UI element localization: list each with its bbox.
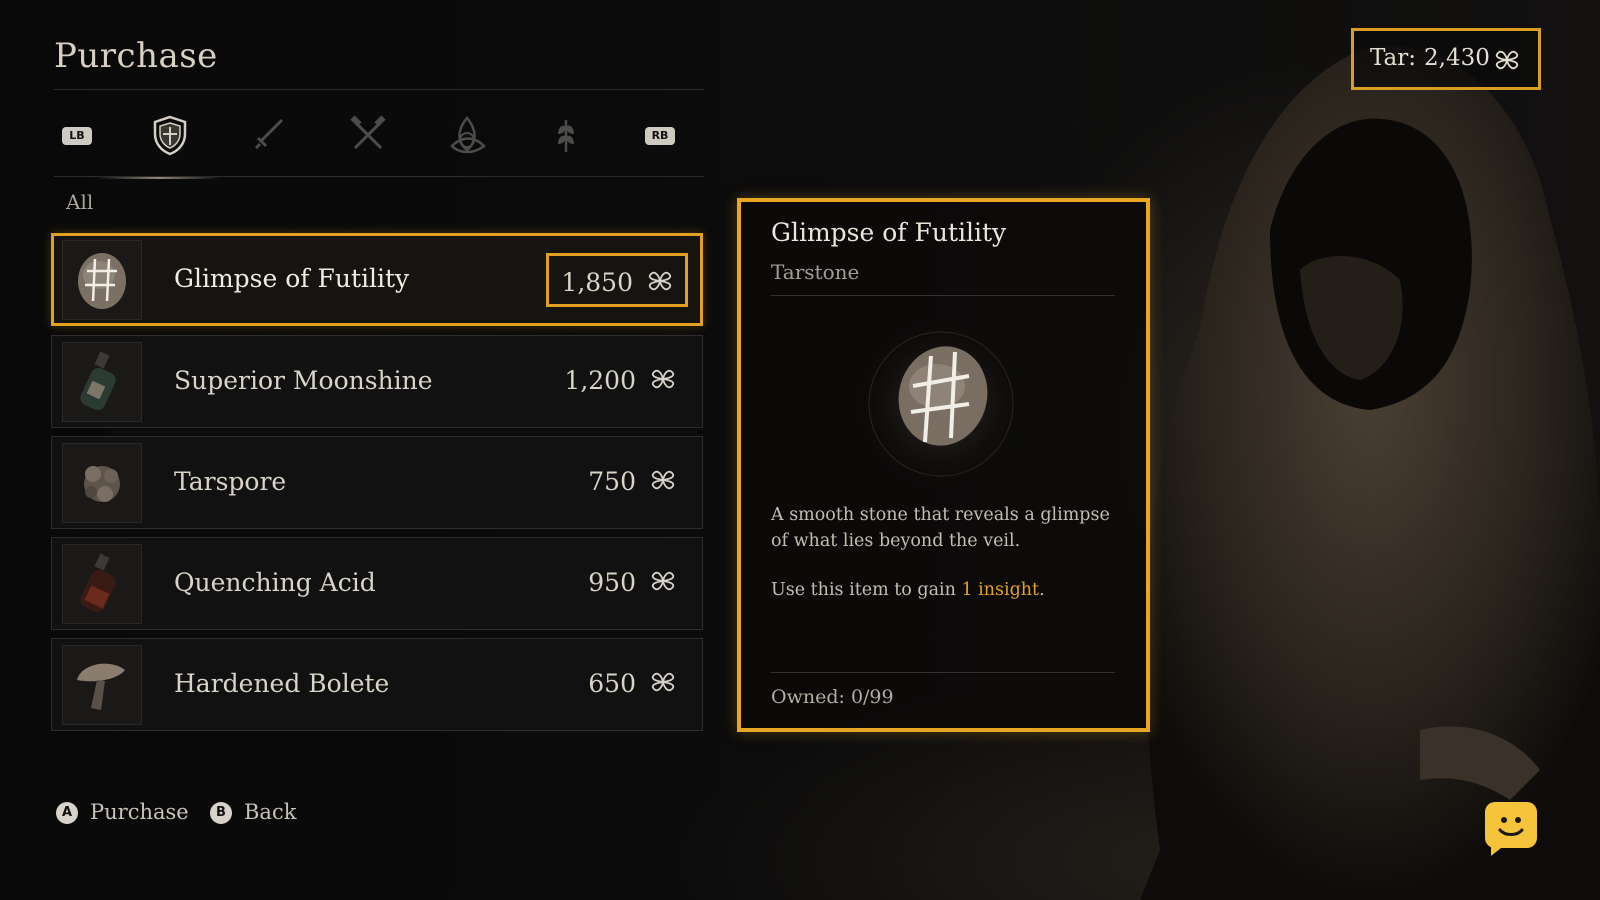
category-tab-bar: LB RB bbox=[54, 108, 714, 164]
price-box: 650 bbox=[546, 657, 688, 709]
list-item-glimpse-of-futility[interactable]: Glimpse of Futility 1,850 bbox=[51, 233, 703, 326]
lb-bumper-button[interactable]: LB bbox=[62, 127, 92, 145]
tabs-divider bbox=[54, 176, 704, 177]
spore-icon bbox=[84, 466, 120, 502]
active-tab-indicator bbox=[96, 177, 222, 179]
bottle-icon bbox=[80, 351, 116, 410]
price-box: 1,200 bbox=[546, 354, 688, 406]
currency-display: Tar: 2,430 bbox=[1351, 28, 1541, 90]
item-name: Glimpse of Futility bbox=[174, 264, 410, 293]
tar-coin-icon bbox=[648, 271, 672, 291]
purchase-label: Purchase bbox=[90, 800, 189, 824]
tar-coin-icon bbox=[651, 470, 675, 490]
price-box: 1,850 bbox=[546, 253, 688, 307]
item-price: 650 bbox=[588, 669, 636, 698]
use-suffix: . bbox=[1039, 580, 1045, 600]
back-label: Back bbox=[244, 800, 297, 824]
triquetra-icon[interactable] bbox=[444, 112, 490, 158]
page-title: Purchase bbox=[54, 36, 218, 76]
item-thumbnail bbox=[62, 443, 142, 523]
currency-label: Tar: bbox=[1370, 45, 1417, 71]
list-item-superior-moonshine[interactable]: Superior Moonshine 1,200 bbox=[51, 335, 703, 428]
tar-coin-icon bbox=[1495, 50, 1519, 70]
use-prefix: Use this item to gain bbox=[771, 580, 962, 600]
item-price: 950 bbox=[588, 568, 636, 597]
mushroom-icon bbox=[77, 663, 125, 710]
chat-assistant-button[interactable] bbox=[1485, 802, 1537, 856]
wheat-icon[interactable] bbox=[543, 112, 589, 158]
item-price: 1,850 bbox=[561, 268, 633, 297]
tarstone-icon bbox=[78, 253, 126, 309]
list-item-quenching-acid[interactable]: Quenching Acid 950 bbox=[51, 537, 703, 630]
detail-use-text: Use this item to gain 1 insight. bbox=[771, 580, 1045, 600]
item-detail-panel: Glimpse of Futility Tarstone A smooth st… bbox=[737, 198, 1150, 732]
item-thumbnail bbox=[62, 544, 142, 624]
shield-icon[interactable] bbox=[147, 112, 193, 158]
detail-description: A smooth stone that reveals a glimpse of… bbox=[771, 505, 1110, 551]
item-thumbnail bbox=[62, 342, 142, 422]
header-divider bbox=[54, 89, 704, 90]
detail-title: Glimpse of Futility bbox=[771, 218, 1007, 247]
sword-icon[interactable] bbox=[246, 112, 292, 158]
item-price: 1,200 bbox=[564, 366, 636, 395]
tar-coin-icon bbox=[651, 571, 675, 591]
item-name: Superior Moonshine bbox=[174, 366, 433, 395]
item-thumbnail bbox=[62, 645, 142, 725]
category-label: All bbox=[66, 190, 94, 214]
price-box: 950 bbox=[546, 556, 688, 608]
crossed-hammers-icon[interactable] bbox=[345, 112, 391, 158]
list-item-tarspore[interactable]: Tarspore 750 bbox=[51, 436, 703, 529]
item-name: Hardened Bolete bbox=[174, 669, 390, 698]
tar-coin-icon bbox=[651, 369, 675, 389]
list-item-hardened-bolete[interactable]: Hardened Bolete 650 bbox=[51, 638, 703, 731]
acid-bottle-icon bbox=[80, 553, 116, 612]
tar-coin-icon bbox=[651, 672, 675, 692]
owned-count: Owned: 0/99 bbox=[771, 686, 894, 708]
item-name: Quenching Acid bbox=[174, 568, 376, 597]
tarstone-icon bbox=[853, 316, 1029, 492]
owned-label: Owned: bbox=[771, 686, 845, 708]
owned-value: 0/99 bbox=[850, 686, 894, 708]
insight-highlight: 1 insight bbox=[961, 580, 1040, 600]
rb-bumper-button[interactable]: RB bbox=[645, 127, 675, 145]
currency-amount: 2,430 bbox=[1424, 45, 1490, 71]
detail-subtitle: Tarstone bbox=[771, 260, 860, 284]
a-button-icon: A bbox=[56, 802, 78, 824]
detail-divider bbox=[771, 295, 1115, 296]
item-name: Tarspore bbox=[174, 467, 287, 496]
item-thumbnail bbox=[62, 240, 142, 320]
detail-bottom-divider bbox=[771, 672, 1115, 673]
b-button-icon: B bbox=[210, 802, 232, 824]
item-price: 750 bbox=[588, 467, 636, 496]
price-box: 750 bbox=[546, 455, 688, 507]
smiley-chat-icon bbox=[1491, 817, 1524, 856]
